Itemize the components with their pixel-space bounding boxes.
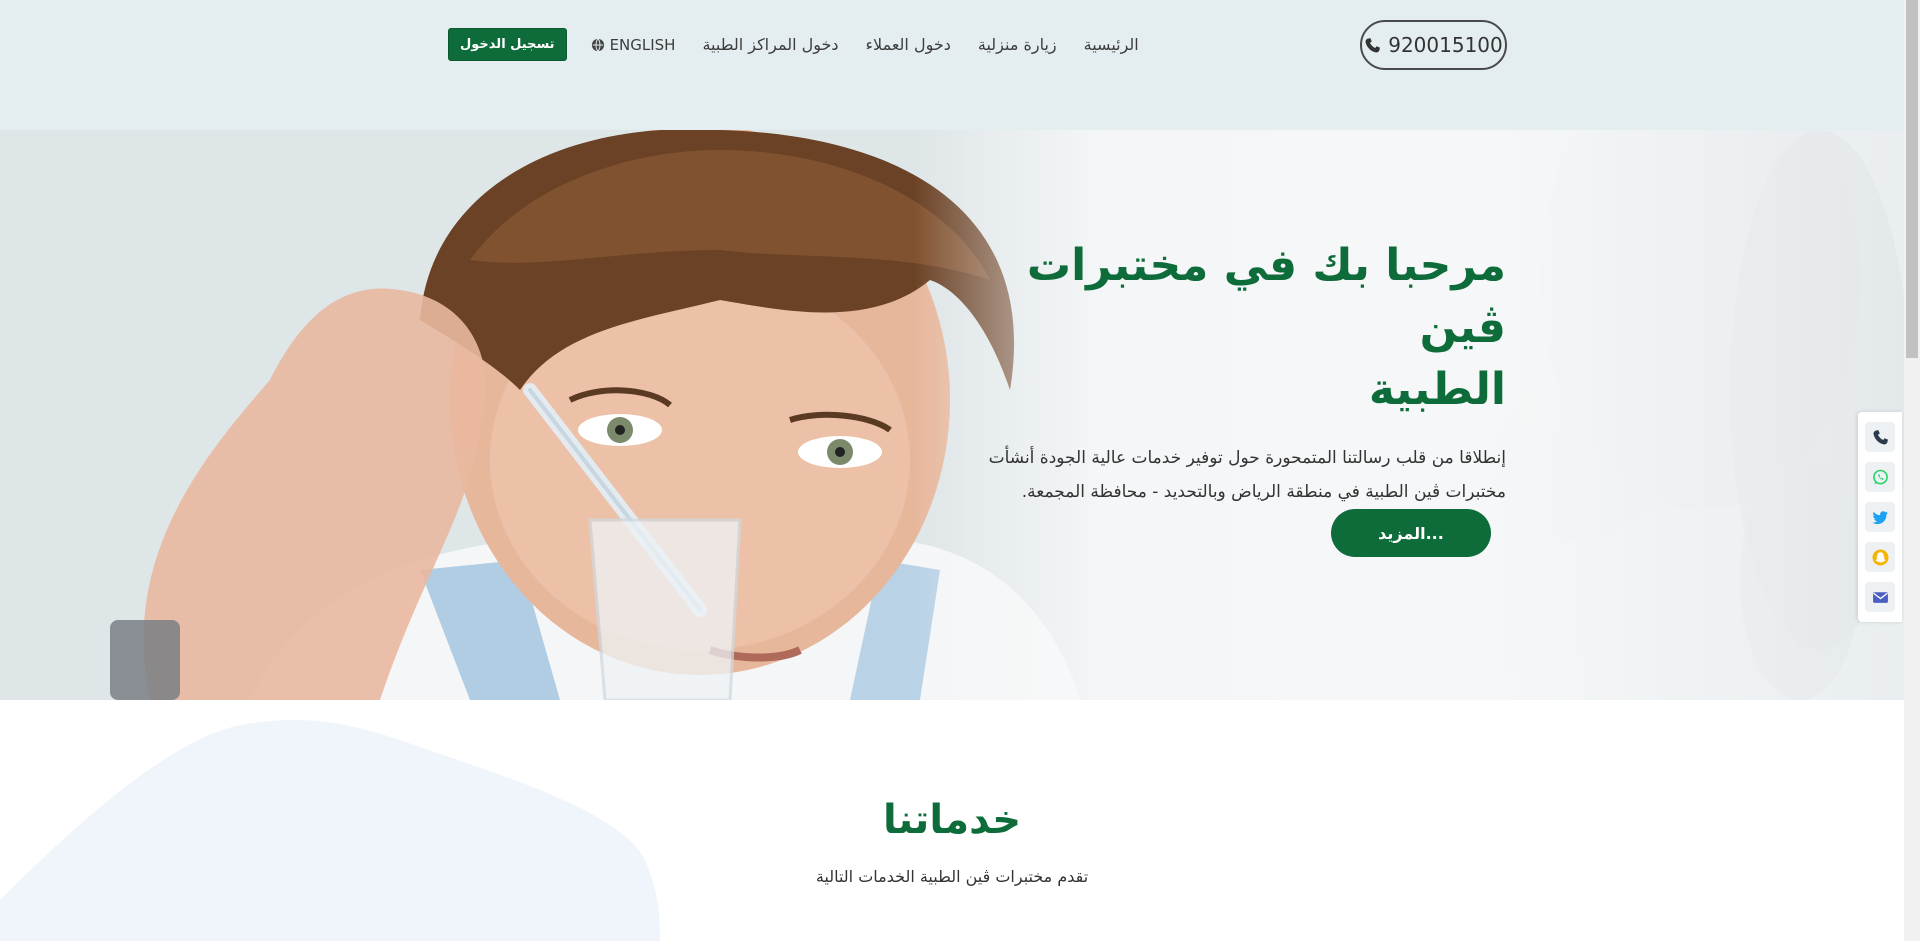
hero-overlay	[0, 130, 1904, 700]
nav-home-visit[interactable]: زيارة منزلية	[978, 35, 1057, 54]
nav-home[interactable]: الرئيسية	[1084, 35, 1139, 54]
snapchat-icon	[1872, 549, 1888, 565]
globe-icon	[591, 38, 604, 51]
nav-client-login[interactable]: دخول العملاء	[866, 35, 951, 54]
phone-icon	[1873, 429, 1888, 444]
email-icon	[1872, 591, 1888, 603]
services-subtitle: تقدم مختبرات ڤين الطبية الخدمات التالية	[815, 867, 1089, 886]
page-scrollbar[interactable]	[1904, 0, 1920, 941]
hero-text-block: مرحبا بك في مختبرات ڤين الطبية إنطلاقا م…	[986, 235, 1506, 509]
hero-section: مرحبا بك في مختبرات ڤين الطبية إنطلاقا م…	[0, 130, 1904, 700]
social-whatsapp-button[interactable]	[1865, 462, 1895, 492]
social-sidebar	[1858, 412, 1902, 622]
phone-number-button[interactable]: 920015100	[1360, 20, 1507, 70]
twitter-icon	[1871, 510, 1888, 524]
language-switch-link[interactable]: ENGLISH	[591, 35, 676, 54]
main-nav: تسجيل الدخول ENGLISH دخول المراكز الطبية…	[448, 28, 1139, 61]
hero-title-line2: الطبية	[1368, 364, 1506, 415]
hero-description: إنطلاقا من قلب رسالتنا المتمحورة حول توف…	[988, 448, 1506, 502]
scrollbar-thumb[interactable]	[1906, 0, 1918, 358]
services-section: خدماتنا تقدم مختبرات ڤين الطبية الخدمات …	[0, 700, 1904, 941]
services-title: خدماتنا	[882, 797, 1022, 843]
phone-number: 920015100	[1388, 33, 1503, 57]
social-snapchat-button[interactable]	[1865, 542, 1895, 572]
hero-title-line1: مرحبا بك في مختبرات ڤين	[1026, 240, 1506, 353]
social-twitter-button[interactable]	[1865, 502, 1895, 532]
hero-title: مرحبا بك في مختبرات ڤين الطبية	[986, 235, 1506, 421]
social-email-button[interactable]	[1865, 582, 1895, 612]
nav-medical-centers-login[interactable]: دخول المراكز الطبية	[702, 35, 838, 54]
site-header: تسجيل الدخول ENGLISH دخول المراكز الطبية…	[0, 0, 1904, 130]
phone-icon	[1365, 37, 1381, 52]
language-label: ENGLISH	[609, 35, 676, 54]
login-button[interactable]: تسجيل الدخول	[448, 28, 567, 61]
social-phone-button[interactable]	[1865, 422, 1895, 452]
more-button[interactable]: المزيد...	[1331, 509, 1491, 557]
whatsapp-icon	[1872, 469, 1888, 485]
